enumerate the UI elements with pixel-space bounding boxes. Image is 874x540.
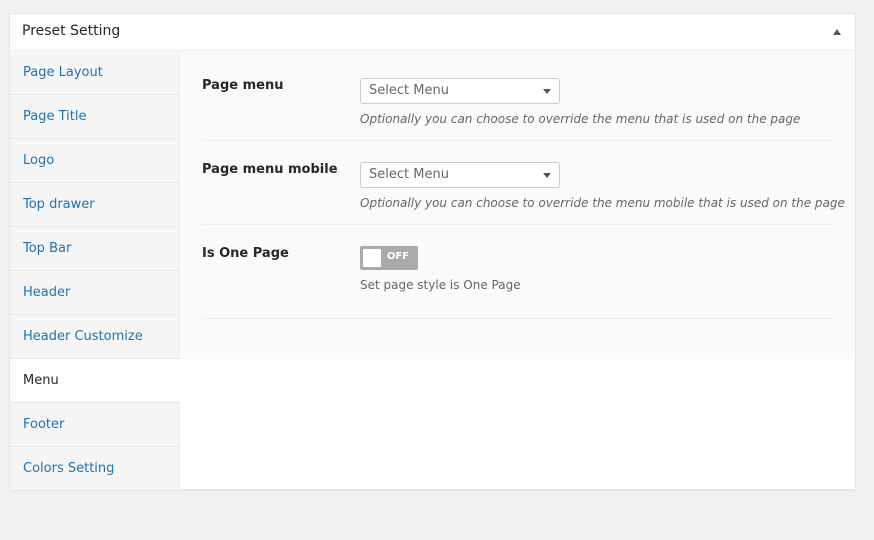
page-menu-select-value: Select Menu bbox=[369, 83, 449, 98]
field-row-is-one-page: Is One Page OFF Set page style is One Pa… bbox=[202, 246, 833, 319]
field-row-page-menu-mobile: Page menu mobile Select Menu Optionally … bbox=[202, 162, 845, 225]
page-menu-mobile-control: Select Menu Optionally you can choose to… bbox=[360, 162, 845, 210]
is-one-page-toggle[interactable]: OFF bbox=[360, 246, 418, 270]
tab-footer[interactable]: Footer bbox=[10, 403, 179, 447]
toggle-knob bbox=[363, 249, 381, 267]
collapse-toggle-icon[interactable] bbox=[831, 26, 843, 38]
page-menu-mobile-label: Page menu mobile bbox=[202, 162, 338, 177]
page-menu-label: Page menu bbox=[202, 78, 284, 93]
is-one-page-description: Set page style is One Page bbox=[360, 278, 521, 292]
toggle-state-text: OFF bbox=[386, 251, 409, 262]
is-one-page-control: OFF Set page style is One Page bbox=[360, 246, 521, 292]
page-menu-mobile-description: Optionally you can choose to override th… bbox=[360, 196, 845, 210]
tab-logo[interactable]: Logo bbox=[10, 139, 179, 183]
settings-tabs: Page Layout Page Title Logo Top drawer T… bbox=[10, 51, 180, 491]
page-menu-description: Optionally you can choose to override th… bbox=[360, 112, 801, 126]
tab-top-bar[interactable]: Top Bar bbox=[10, 227, 179, 271]
chevron-down-icon bbox=[543, 173, 551, 178]
tab-page-title[interactable]: Page Title bbox=[10, 95, 179, 139]
page-menu-control: Select Menu Optionally you can choose to… bbox=[360, 78, 800, 126]
tab-header-customize[interactable]: Header Customize bbox=[10, 315, 179, 359]
chevron-down-icon bbox=[543, 89, 551, 94]
tab-header[interactable]: Header bbox=[10, 271, 179, 315]
page-menu-mobile-select-value: Select Menu bbox=[369, 167, 449, 182]
postbox-title: Preset Setting bbox=[22, 23, 121, 39]
tab-menu[interactable]: Menu bbox=[10, 359, 180, 403]
is-one-page-label: Is One Page bbox=[202, 246, 289, 261]
preset-setting-box: Preset Setting Page Layout Page Title Lo… bbox=[9, 13, 856, 491]
tab-top-drawer[interactable]: Top drawer bbox=[10, 183, 179, 227]
tab-colors-setting[interactable]: Colors Setting bbox=[10, 447, 179, 491]
page-menu-mobile-select[interactable]: Select Menu bbox=[360, 162, 560, 188]
page-menu-select[interactable]: Select Menu bbox=[360, 78, 560, 104]
tab-page-layout[interactable]: Page Layout bbox=[10, 51, 179, 95]
postbox-header[interactable]: Preset Setting bbox=[10, 14, 855, 51]
field-row-page-menu: Page menu Select Menu Optionally you can… bbox=[202, 78, 833, 141]
menu-settings-panel: Page menu Select Menu Optionally you can… bbox=[180, 51, 855, 359]
